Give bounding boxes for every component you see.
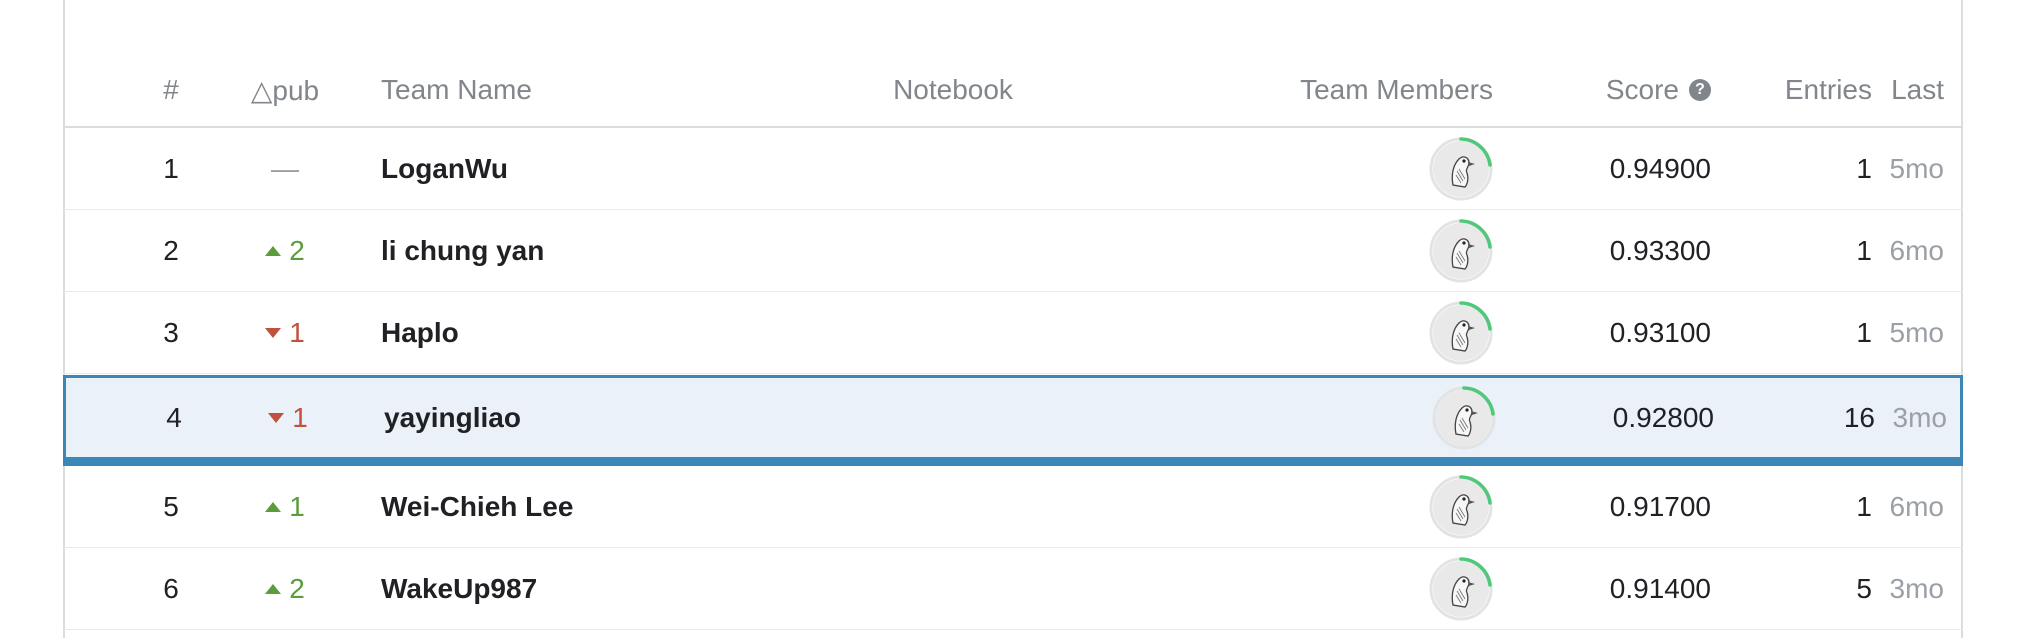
delta-value: 1 [289, 316, 305, 348]
score: 0.91400 [1609, 572, 1711, 604]
team-name[interactable]: LoganWu [381, 128, 508, 209]
rank: 5 [163, 490, 179, 522]
header-entries[interactable]: Entries [1723, 54, 1872, 126]
last-submission: 5mo [1889, 316, 1944, 348]
team-members[interactable] [1163, 466, 1493, 547]
table-row[interactable]: 5 1 Wei-Chieh Lee 0.91700 1 6mo [63, 466, 1963, 548]
delta-pub: 1 [233, 292, 337, 373]
arrow-up-icon [265, 501, 282, 512]
avatar-icon [1432, 385, 1496, 449]
header-score[interactable]: Score ? [1503, 54, 1711, 126]
delta-value: 2 [289, 234, 305, 266]
table-row[interactable]: 3 1 Haplo 0.93100 1 5mo [63, 292, 1963, 374]
score: 0.94900 [1609, 152, 1711, 184]
team-members[interactable] [1163, 128, 1493, 209]
header-rank[interactable]: # [143, 54, 199, 126]
delta-pub: 2 [233, 548, 337, 629]
last-submission: 3mo [1892, 401, 1947, 433]
rank: 4 [166, 401, 182, 433]
team-name[interactable]: Haplo [381, 292, 459, 373]
arrow-down-icon [265, 327, 282, 338]
avatar-icon [1429, 556, 1493, 620]
avatar-icon [1429, 136, 1493, 200]
leaderboard-header: # △pub Team Name Notebook Team Members S… [63, 54, 1963, 128]
last-submission: 5mo [1889, 152, 1944, 184]
header-team-name[interactable]: Team Name [381, 54, 532, 126]
score: 0.93300 [1609, 234, 1711, 266]
entries: 1 [1856, 234, 1872, 266]
rank: 1 [163, 152, 179, 184]
rank: 6 [163, 572, 179, 604]
score: 0.93100 [1609, 316, 1711, 348]
delta-none: — [271, 152, 299, 184]
score: 0.92800 [1612, 401, 1714, 433]
delta-pub: 2 [233, 210, 337, 291]
delta-value: 2 [289, 572, 305, 604]
team-members[interactable] [1166, 378, 1496, 457]
delta-pub: 1 [236, 378, 340, 457]
entries: 16 [1843, 401, 1875, 433]
arrow-up-icon [265, 583, 282, 594]
rank: 3 [163, 316, 179, 348]
team-name[interactable]: WakeUp987 [381, 548, 537, 629]
last-submission: 3mo [1889, 572, 1944, 604]
entries: 1 [1856, 490, 1872, 522]
delta-pub: 1 [233, 466, 337, 547]
team-members[interactable] [1163, 292, 1493, 373]
delta-value: 1 [292, 401, 308, 433]
header-delta-pub[interactable]: △pub [233, 54, 337, 126]
table-row[interactable]: 6 2 WakeUp987 0.91400 5 3mo [63, 548, 1963, 630]
score: 0.91700 [1609, 490, 1711, 522]
team-members[interactable] [1163, 548, 1493, 629]
last-submission: 6mo [1889, 234, 1944, 266]
table-row-current-team[interactable]: 4 1 yayingliao 0.92800 16 3mo [63, 375, 1963, 466]
avatar-icon [1429, 474, 1493, 538]
team-name[interactable]: li chung yan [381, 210, 544, 291]
team-name[interactable]: yayingliao [384, 378, 521, 457]
header-last[interactable]: Last [1873, 54, 1944, 126]
table-row[interactable]: 1 — LoganWu 0.94900 1 5mo [63, 128, 1963, 210]
header-score-label: Score [1605, 74, 1679, 105]
arrow-up-icon [265, 245, 282, 256]
entries: 1 [1856, 152, 1872, 184]
table-row[interactable]: 2 2 li chung yan 0.93300 1 6mo [63, 210, 1963, 292]
avatar-icon [1429, 218, 1493, 282]
avatar-icon [1429, 300, 1493, 364]
delta-pub: — [233, 128, 337, 209]
help-icon[interactable]: ? [1689, 79, 1711, 101]
arrow-down-icon [268, 412, 285, 423]
rank: 2 [163, 234, 179, 266]
header-notebook: Notebook [893, 74, 1013, 105]
team-members[interactable] [1163, 210, 1493, 291]
entries: 5 [1856, 572, 1872, 604]
team-name[interactable]: Wei-Chieh Lee [381, 466, 573, 547]
header-team-members: Team Members [1300, 74, 1493, 105]
last-submission: 6mo [1889, 490, 1944, 522]
entries: 1 [1856, 316, 1872, 348]
delta-value: 1 [289, 490, 305, 522]
